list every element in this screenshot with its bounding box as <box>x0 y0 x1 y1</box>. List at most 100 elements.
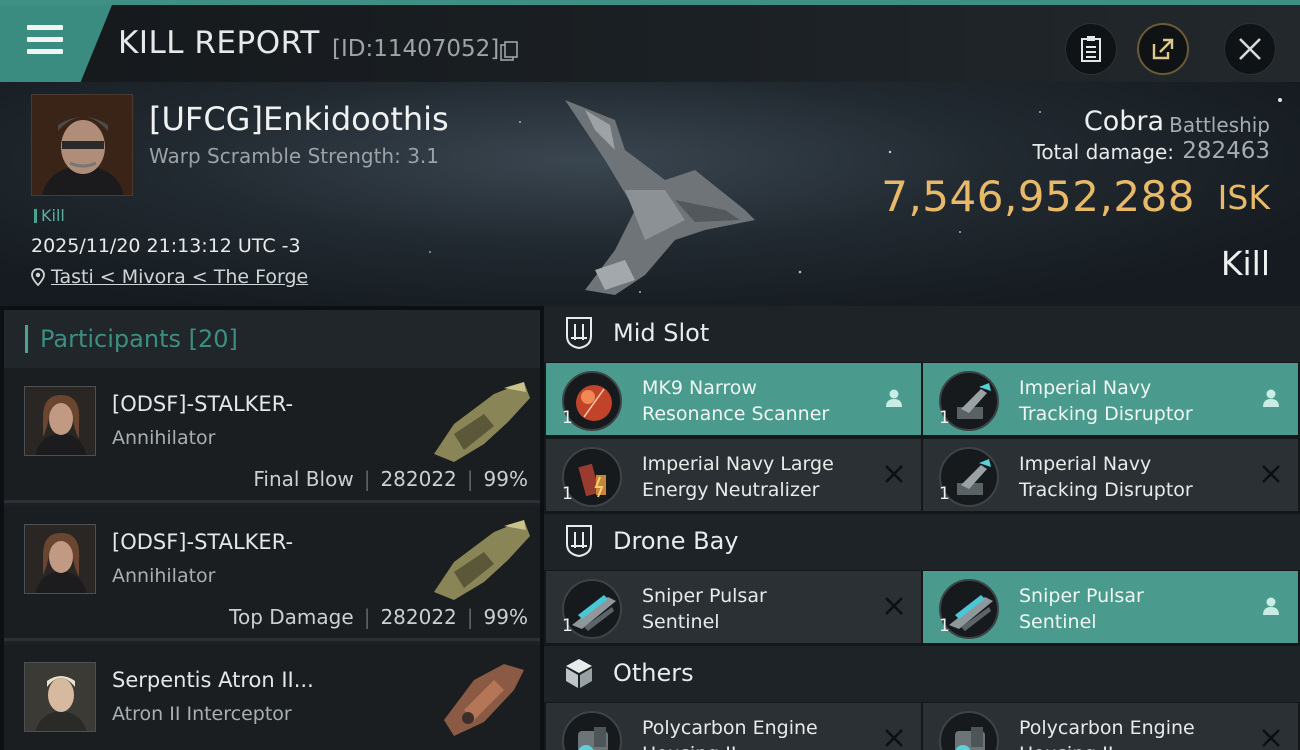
page-title: KILL REPORT <box>118 25 320 61</box>
mid-slot-title: Mid Slot <box>613 319 710 347</box>
module-name: MK9 Narrow Resonance Scanner <box>642 377 830 425</box>
participant-avatar[interactable] <box>24 524 96 594</box>
module-quantity: 1 <box>562 408 573 428</box>
module-name: Sniper Pulsar Sentinel <box>1019 585 1144 633</box>
close-icon <box>1239 38 1261 60</box>
participant-percent: 99% <box>483 467 528 491</box>
module-item[interactable]: 1 Polycarbon EngineHousing II <box>923 703 1298 750</box>
victim-banner: [UFCG]Enkidoothis Warp Scramble Strength… <box>0 82 1300 306</box>
participant-row[interactable]: [ODSF]-STALKER- Annihilator Top Damage | 2… <box>4 506 540 641</box>
participant-avatar[interactable] <box>24 386 96 456</box>
clipboard-report-button[interactable] <box>1065 23 1117 75</box>
share-icon <box>1152 38 1174 60</box>
warp-scramble-strength: Warp Scramble Strength: 3.1 <box>149 144 440 168</box>
module-name: Sniper Pulsar Sentinel <box>642 585 767 633</box>
participant-ship: Annihilator <box>112 427 216 449</box>
location-link[interactable]: Tasti < Mivora < The Forge <box>51 266 308 288</box>
participant-ship: Atron II Interceptor <box>112 703 292 725</box>
module-name: Imperial Navy Tracking Disruptor <box>1019 453 1193 501</box>
module-item[interactable]: 1 Imperial Navy Tracking Disruptor <box>923 363 1298 435</box>
participants-panel: Participants [20] [ODSF]-STALKER- Annihi… <box>4 310 540 750</box>
pilot-portrait <box>25 663 95 731</box>
module-item[interactable]: 1 Polycarbon EngineHousing II <box>546 703 921 750</box>
location-pin-icon <box>31 268 45 286</box>
kill-datetime: 2025/11/20 21:13:12 UTC -3 <box>31 235 301 257</box>
fitting-panel: Mid Slot 1 MK9 Narrow Resonance Scanner 1… <box>544 306 1300 750</box>
participant-role: Top Damage <box>229 605 354 629</box>
cube-icon <box>566 659 592 688</box>
module-item[interactable]: 1 Sniper Pulsar Sentinel <box>546 571 921 643</box>
menu-button[interactable] <box>0 5 112 82</box>
pilot-portrait <box>25 387 95 455</box>
participant-name[interactable]: [ODSF]-STALKER- <box>112 530 293 554</box>
victim-ship-class: Battleship <box>1169 113 1270 137</box>
engine-housing-icon <box>562 711 622 750</box>
victim-ship-name[interactable]: Cobra <box>1084 106 1164 137</box>
participant-ship: Annihilator <box>112 565 216 587</box>
participant-ship-image <box>434 520 530 600</box>
others-title: Others <box>613 659 694 687</box>
pilot-portrait <box>25 525 95 593</box>
drone-bay-title: Drone Bay <box>613 527 739 555</box>
participant-avatar[interactable] <box>24 662 96 732</box>
participant-name[interactable]: [ODSF]-STALKER- <box>112 392 293 416</box>
participant-stats: Final Blow | 282022 | 99% <box>253 467 528 491</box>
module-item[interactable]: 1 Imperial Navy Large Energy Neutralizer <box>546 439 921 511</box>
module-name: Imperial Navy Tracking Disruptor <box>1019 377 1193 425</box>
dropped-person-icon <box>1263 389 1279 407</box>
kill-location[interactable]: Tasti < Mivora < The Forge <box>31 266 308 288</box>
participant-role: Final Blow <box>253 467 354 491</box>
module-quantity: 1 <box>939 616 950 636</box>
dropped-person-icon <box>1263 597 1279 615</box>
drone-bay-header: Drone Bay <box>544 514 1300 570</box>
module-quantity: 1 <box>562 616 573 636</box>
victim-name[interactable]: [UFCG]Enkidoothis <box>149 100 449 138</box>
module-item[interactable]: 1 Imperial Navy Tracking Disruptor <box>923 439 1298 511</box>
destroyed-x-icon <box>885 597 903 615</box>
destroyed-x-icon <box>1262 465 1280 483</box>
pilot-portrait <box>32 95 132 195</box>
participant-damage: 282022 <box>380 467 457 491</box>
clipboard-icon <box>1081 36 1101 62</box>
module-quantity: 1 <box>939 408 950 428</box>
participant-ship-image <box>444 664 524 736</box>
participant-ship-image <box>434 382 530 462</box>
participant-row[interactable]: Serpentis Atron II... Atron II Intercept… <box>4 644 540 750</box>
isk-unit: ISK <box>1217 178 1270 217</box>
destroyed-x-icon <box>885 729 903 747</box>
module-name: Polycarbon EngineHousing II <box>642 717 818 750</box>
module-name: Polycarbon EngineHousing II <box>1019 717 1195 750</box>
mid-slot-icon <box>566 317 592 350</box>
result-label: Kill <box>1220 244 1270 283</box>
module-item[interactable]: 1 MK9 Narrow Resonance Scanner <box>546 363 921 435</box>
header-bar: KILL REPORT [ID:11407052] <box>0 0 1300 82</box>
participant-percent: 99% <box>483 605 528 629</box>
header-accent-bar <box>25 325 28 353</box>
victim-avatar[interactable] <box>31 94 133 196</box>
participant-name[interactable]: Serpentis Atron II... <box>112 668 314 692</box>
module-item[interactable]: 1 Sniper Pulsar Sentinel <box>923 571 1298 643</box>
dropped-person-icon <box>886 389 902 407</box>
module-name: Imperial Navy Large Energy Neutralizer <box>642 453 834 501</box>
total-damage-value: 282463 <box>1182 138 1270 164</box>
participant-damage: 282022 <box>380 605 457 629</box>
participant-row[interactable]: [ODSF]-STALKER- Annihilator Final Blow | 2… <box>4 368 540 503</box>
total-damage-label: Total damage: <box>1032 140 1175 164</box>
victim-ship-image <box>565 100 755 295</box>
engine-housing-icon <box>939 711 999 750</box>
mid-slot-header: Mid Slot <box>544 306 1300 362</box>
kill-tag: Kill <box>34 206 65 225</box>
close-button[interactable] <box>1224 23 1276 75</box>
destroyed-x-icon <box>885 465 903 483</box>
others-header: Others <box>544 646 1300 702</box>
participant-stats: Top Damage | 282022 | 99% <box>229 605 528 629</box>
share-button[interactable] <box>1137 23 1189 75</box>
participants-title: Participants [20] <box>40 325 238 353</box>
hamburger-menu-icon <box>27 25 63 55</box>
drone-bay-icon <box>566 525 592 558</box>
module-quantity: 1 <box>939 484 950 504</box>
destroyed-x-icon <box>1262 729 1280 747</box>
isk-value: 7,546,952,288 <box>881 172 1195 221</box>
copy-icon[interactable] <box>500 41 518 61</box>
participants-count: [20] <box>188 325 238 353</box>
